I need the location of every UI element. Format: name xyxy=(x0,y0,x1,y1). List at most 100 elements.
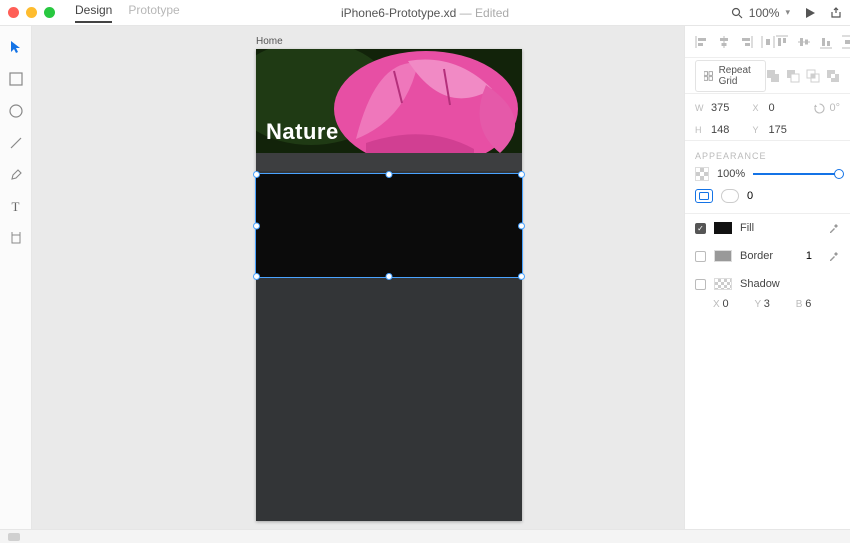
text-tool[interactable]: T xyxy=(7,198,25,216)
feedback-icon[interactable] xyxy=(8,533,20,541)
align-right-icon[interactable] xyxy=(739,35,753,49)
transform-section: W X 0° H Y xyxy=(685,94,850,141)
close-window-icon[interactable] xyxy=(8,7,19,18)
border-color-swatch[interactable] xyxy=(714,250,732,262)
appearance-title: APPEARANCE xyxy=(685,141,850,167)
inspector-panel: Repeat Grid W X 0° H Y APPEARANC xyxy=(684,26,850,529)
eyedropper-icon[interactable] xyxy=(828,250,840,262)
artboard-tool[interactable] xyxy=(7,230,25,248)
selected-rectangle[interactable] xyxy=(256,174,522,277)
rectangle-tool[interactable] xyxy=(7,70,25,88)
pen-tool[interactable] xyxy=(7,166,25,184)
hero-title: Nature xyxy=(266,119,339,145)
pen-icon xyxy=(9,168,23,182)
zoom-control[interactable]: 100% ▾ xyxy=(731,6,790,20)
square-radius-icon xyxy=(699,192,709,200)
handle-sw[interactable] xyxy=(253,273,260,280)
document-title: iPhone6-Prototype.xd — Edited xyxy=(341,6,509,20)
rotate-icon xyxy=(814,103,825,114)
line-tool[interactable] xyxy=(7,134,25,152)
tab-prototype[interactable]: Prototype xyxy=(128,3,179,23)
artboard-home[interactable]: Nature xyxy=(256,49,522,521)
mode-tabs: Design Prototype xyxy=(75,3,180,23)
handle-ne[interactable] xyxy=(518,171,525,178)
independent-radius-button[interactable] xyxy=(721,189,739,203)
maximize-window-icon[interactable] xyxy=(44,7,55,18)
rotation-control[interactable]: 0° xyxy=(810,102,840,114)
artboard-label[interactable]: Home xyxy=(256,36,283,47)
hero-underbar xyxy=(256,153,522,171)
boolean-intersect-icon[interactable] xyxy=(806,69,820,83)
search-icon xyxy=(731,7,743,19)
height-input[interactable] xyxy=(711,124,747,136)
y-input[interactable] xyxy=(769,124,805,136)
align-top-icon[interactable] xyxy=(775,35,789,49)
corner-radius-input[interactable] xyxy=(747,190,771,202)
opacity-slider[interactable] xyxy=(753,168,840,180)
share-button[interactable] xyxy=(830,7,842,19)
line-icon xyxy=(9,136,23,150)
x-label: X xyxy=(753,103,763,113)
handle-w[interactable] xyxy=(253,222,260,229)
handle-e[interactable] xyxy=(518,222,525,229)
artboard-icon xyxy=(9,232,23,246)
corner-radius-row xyxy=(685,189,850,214)
preview-button[interactable] xyxy=(804,7,816,19)
shadow-checkbox[interactable] xyxy=(695,279,706,290)
statusbar xyxy=(0,529,850,543)
opacity-row: 100% xyxy=(685,167,850,189)
align-left-icon[interactable] xyxy=(695,35,709,49)
align-hcenter-icon[interactable] xyxy=(717,35,731,49)
height-label: H xyxy=(695,125,705,135)
boolean-exclude-icon[interactable] xyxy=(826,69,840,83)
shadow-x-label: X xyxy=(713,299,720,310)
fill-label: Fill xyxy=(740,222,754,234)
distribute-h-icon[interactable] xyxy=(761,35,775,49)
fill-checkbox[interactable]: ✓ xyxy=(695,223,706,234)
border-row: Border xyxy=(685,242,850,270)
distribute-v-icon[interactable] xyxy=(841,35,850,49)
rectangle-shape[interactable] xyxy=(256,174,522,277)
filename: iPhone6-Prototype.xd xyxy=(341,6,456,20)
shadow-b-input[interactable] xyxy=(805,298,823,310)
titlebar: Design Prototype iPhone6-Prototype.xd — … xyxy=(0,0,850,26)
handle-n[interactable] xyxy=(386,171,393,178)
window-controls xyxy=(8,7,55,18)
shadow-color-swatch[interactable] xyxy=(714,278,732,290)
border-width-input[interactable] xyxy=(794,250,812,262)
shadow-x-input[interactable] xyxy=(722,298,740,310)
handle-s[interactable] xyxy=(386,273,393,280)
align-vcenter-icon[interactable] xyxy=(797,35,811,49)
titlebar-right: 100% ▾ xyxy=(731,6,842,20)
width-input[interactable] xyxy=(711,102,747,114)
shadow-y-input[interactable] xyxy=(764,298,782,310)
tab-design[interactable]: Design xyxy=(75,3,112,23)
border-checkbox[interactable] xyxy=(695,251,706,262)
select-tool[interactable] xyxy=(7,38,25,56)
text-icon: T xyxy=(12,199,20,215)
ellipse-tool[interactable] xyxy=(7,102,25,120)
y-label: Y xyxy=(753,125,763,135)
boolean-add-icon[interactable] xyxy=(766,69,780,83)
align-bottom-icon[interactable] xyxy=(819,35,833,49)
rotation-value: 0° xyxy=(829,102,840,114)
eyedropper-icon[interactable] xyxy=(828,222,840,234)
tool-column: T xyxy=(0,26,32,529)
x-input[interactable] xyxy=(769,102,805,114)
minimize-window-icon[interactable] xyxy=(26,7,37,18)
align-row xyxy=(685,26,850,58)
circle-icon xyxy=(9,104,23,118)
share-icon xyxy=(830,7,842,19)
main-area: T Home N xyxy=(0,26,850,529)
boolean-subtract-icon[interactable] xyxy=(786,69,800,83)
border-label: Border xyxy=(740,250,773,262)
canvas[interactable]: Home Nature xyxy=(32,26,684,529)
fill-color-swatch[interactable] xyxy=(714,222,732,234)
repeat-grid-label: Repeat Grid xyxy=(719,65,757,87)
handle-nw[interactable] xyxy=(253,171,260,178)
opacity-swatch-icon xyxy=(695,167,709,181)
chevron-down-icon: ▾ xyxy=(785,7,790,18)
handle-se[interactable] xyxy=(518,273,525,280)
uniform-radius-button[interactable] xyxy=(695,189,713,203)
repeat-grid-button[interactable]: Repeat Grid xyxy=(695,60,766,92)
